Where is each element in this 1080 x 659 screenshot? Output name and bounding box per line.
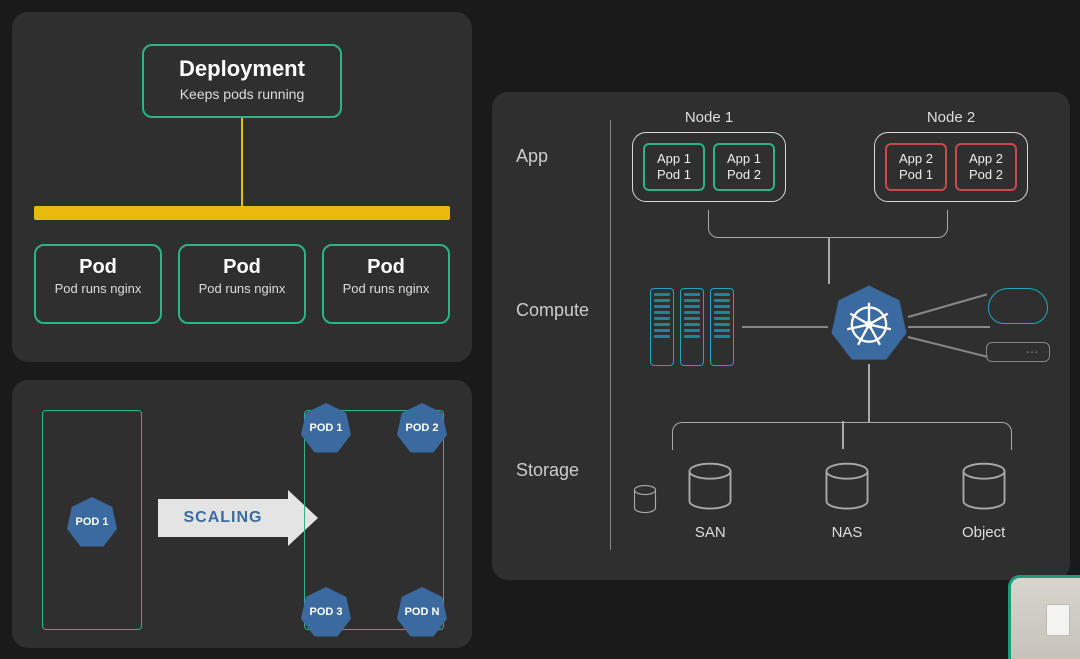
pod-label: POD 1 xyxy=(309,422,342,434)
architecture-panel: App Compute Storage Node 1 App 1 Pod 1 A… xyxy=(492,92,1070,580)
pod-subtitle: Pod runs nginx xyxy=(36,281,160,297)
connector-line xyxy=(868,364,870,422)
pod-label: Pod 1 xyxy=(657,167,691,183)
pod-heptagon: POD N xyxy=(396,586,448,638)
connector-line xyxy=(742,326,828,328)
node-group: Node 1 App 1 Pod 1 App 1 Pod 2 xyxy=(632,132,786,202)
pod-row: Pod Pod runs nginx Pod Pod runs nginx Po… xyxy=(34,244,450,324)
storage-label: NAS xyxy=(832,524,863,541)
baremetal-icon xyxy=(986,342,1050,362)
pod-label: POD 2 xyxy=(405,422,438,434)
pod-label: POD 3 xyxy=(309,606,342,618)
storage-item: SAN xyxy=(682,460,738,541)
node-group: Node 2 App 2 Pod 1 App 2 Pod 2 xyxy=(874,132,1028,202)
pod-label: Pod 1 xyxy=(899,167,933,183)
section-label-storage: Storage xyxy=(516,460,579,481)
deployment-connector xyxy=(241,118,243,206)
pod-label: POD 1 xyxy=(75,516,108,528)
database-icon xyxy=(682,460,738,516)
database-icon xyxy=(956,460,1012,516)
compute-row xyxy=(642,282,1052,382)
pod-subtitle: Pod runs nginx xyxy=(180,281,304,297)
scaling-arrow: SCALING xyxy=(158,490,318,546)
deployment-subtitle: Keeps pods running xyxy=(144,86,340,102)
storage-connector xyxy=(672,422,1012,450)
storage-label: SAN xyxy=(695,524,726,541)
pod-box: Pod Pod runs nginx xyxy=(178,244,306,324)
scaling-label: SCALING xyxy=(158,499,288,537)
app-label: App 2 xyxy=(969,151,1003,167)
pod-title: Pod xyxy=(36,256,160,279)
app-label: App 2 xyxy=(899,151,933,167)
server-rack-icon xyxy=(650,288,734,366)
storage-row: SAN NAS Object xyxy=(642,460,1052,541)
pod-label: Pod 2 xyxy=(969,167,1003,183)
arch-divider xyxy=(610,120,611,550)
section-label-compute: Compute xyxy=(516,300,589,321)
kubernetes-helm-icon xyxy=(830,284,908,362)
pod-box: Pod Pod runs nginx xyxy=(322,244,450,324)
storage-item: NAS xyxy=(819,460,875,541)
webcam-thumbnail xyxy=(1008,575,1080,659)
database-icon xyxy=(819,460,875,516)
node-title: Node 2 xyxy=(927,109,975,126)
storage-item: Object xyxy=(956,460,1012,541)
pod-heptagon: POD 2 xyxy=(396,402,448,454)
deployment-title: Deployment xyxy=(144,56,340,82)
cloud-icon xyxy=(988,288,1048,324)
app-label: App 1 xyxy=(657,151,691,167)
pod-heptagon: POD 3 xyxy=(300,586,352,638)
app-label: App 1 xyxy=(727,151,761,167)
app-pod: App 1 Pod 2 xyxy=(713,143,775,191)
pod-label: POD N xyxy=(405,606,440,618)
deployment-bar xyxy=(34,206,450,220)
app-pod: App 2 Pod 2 xyxy=(955,143,1017,191)
node-title: Node 1 xyxy=(685,109,733,126)
scaling-panel: POD 1 SCALING POD 1 POD 2 POD 3 POD N xyxy=(12,380,472,648)
pod-heptagon: POD 1 xyxy=(300,402,352,454)
pod-title: Pod xyxy=(324,256,448,279)
pod-title: Pod xyxy=(180,256,304,279)
connector-line xyxy=(908,326,990,328)
connector-line xyxy=(908,293,987,317)
pod-heptagon: POD 1 xyxy=(66,496,118,548)
app-pod: App 2 Pod 1 xyxy=(885,143,947,191)
storage-connector-mid xyxy=(842,421,844,449)
deployment-box: Deployment Keeps pods running xyxy=(142,44,342,118)
deployment-panel: Deployment Keeps pods running Pod Pod ru… xyxy=(12,12,472,362)
section-label-app: App xyxy=(516,146,548,167)
pod-label: Pod 2 xyxy=(727,167,761,183)
connector-line xyxy=(908,336,988,357)
pod-box: Pod Pod runs nginx xyxy=(34,244,162,324)
storage-label: Object xyxy=(962,524,1005,541)
node-connector-stem xyxy=(828,238,830,284)
node-connector xyxy=(708,210,948,238)
app-pod: App 1 Pod 1 xyxy=(643,143,705,191)
pod-subtitle: Pod runs nginx xyxy=(324,281,448,297)
